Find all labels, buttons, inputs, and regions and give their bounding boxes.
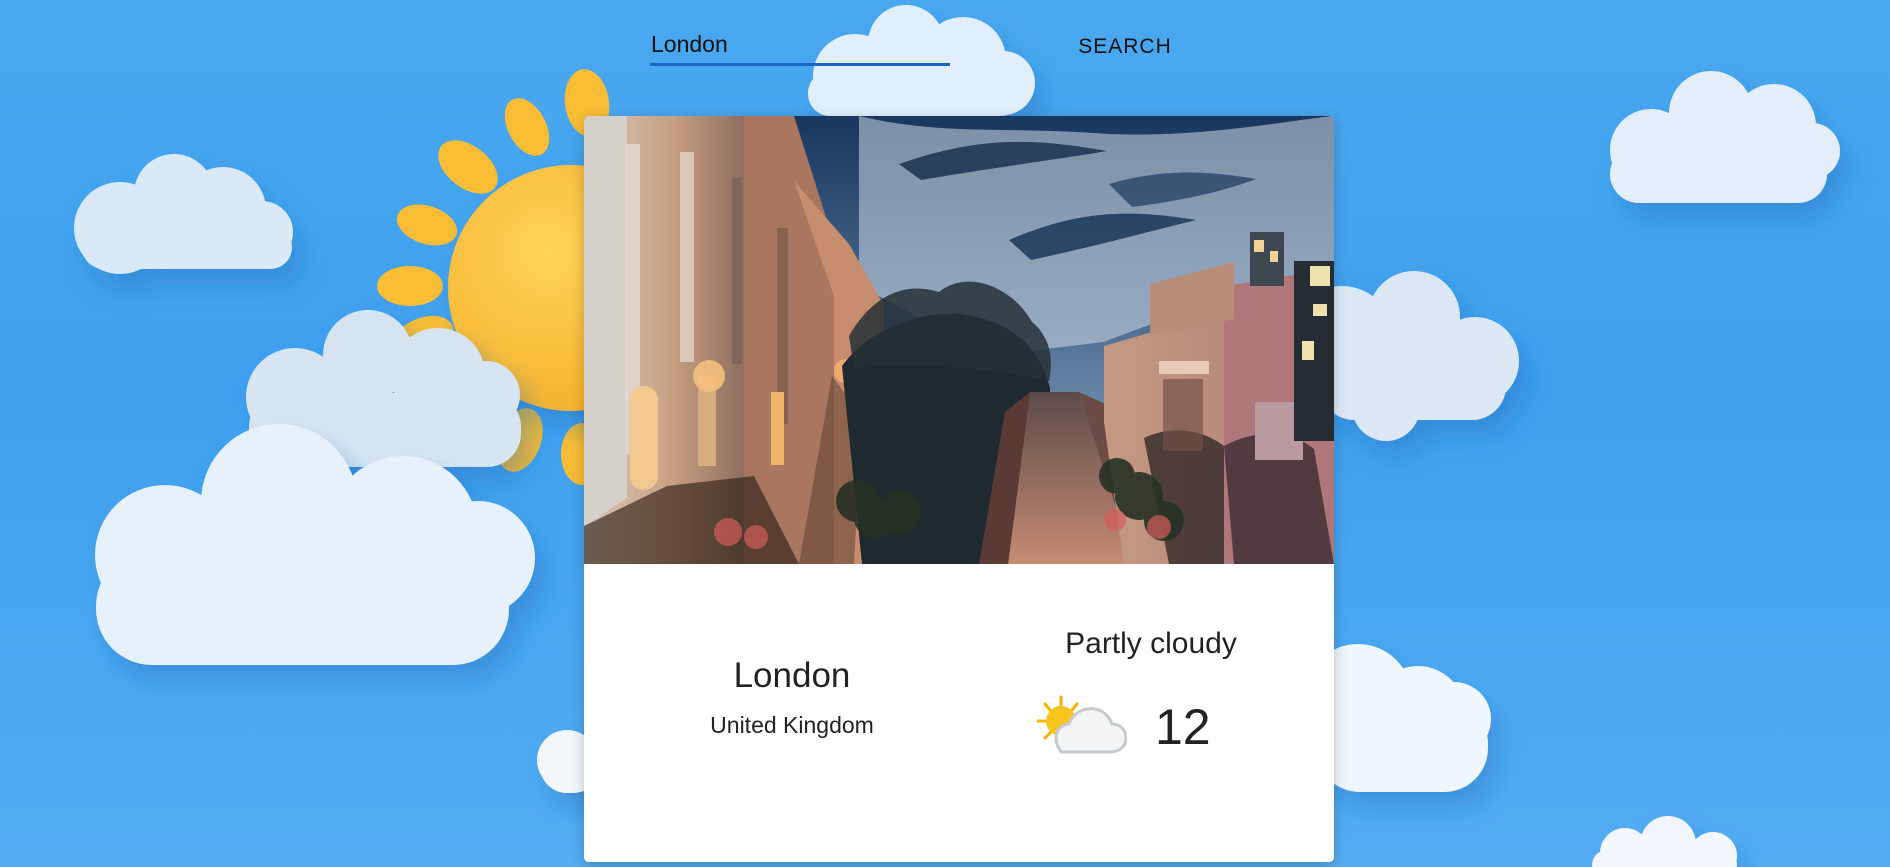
search-bar: SEARCH xyxy=(650,20,1190,72)
location-summary: London United Kingdom xyxy=(642,654,942,739)
weather-card: London United Kingdom Partly cloudy 12 xyxy=(584,116,1334,862)
cloud-icon xyxy=(95,424,535,665)
search-input[interactable] xyxy=(650,20,950,66)
current-conditions: Partly cloudy 12 xyxy=(1036,624,1266,755)
street-photo xyxy=(584,116,1334,564)
cloud-icon xyxy=(246,310,521,467)
city-name: London xyxy=(733,656,851,695)
temperature-value: 12 xyxy=(1155,699,1211,755)
cloud-icon xyxy=(1610,71,1840,203)
city-image xyxy=(584,116,1334,564)
condition-text: Partly cloudy xyxy=(1065,627,1237,660)
cloud-icon xyxy=(74,154,293,274)
partly-cloudy-icon xyxy=(1037,695,1127,754)
country-name: United Kingdom xyxy=(710,712,874,738)
search-button[interactable]: SEARCH xyxy=(1065,30,1185,64)
weather-details: London United Kingdom Partly cloudy 12 xyxy=(584,564,1334,862)
cloud-icon xyxy=(1592,816,1737,867)
